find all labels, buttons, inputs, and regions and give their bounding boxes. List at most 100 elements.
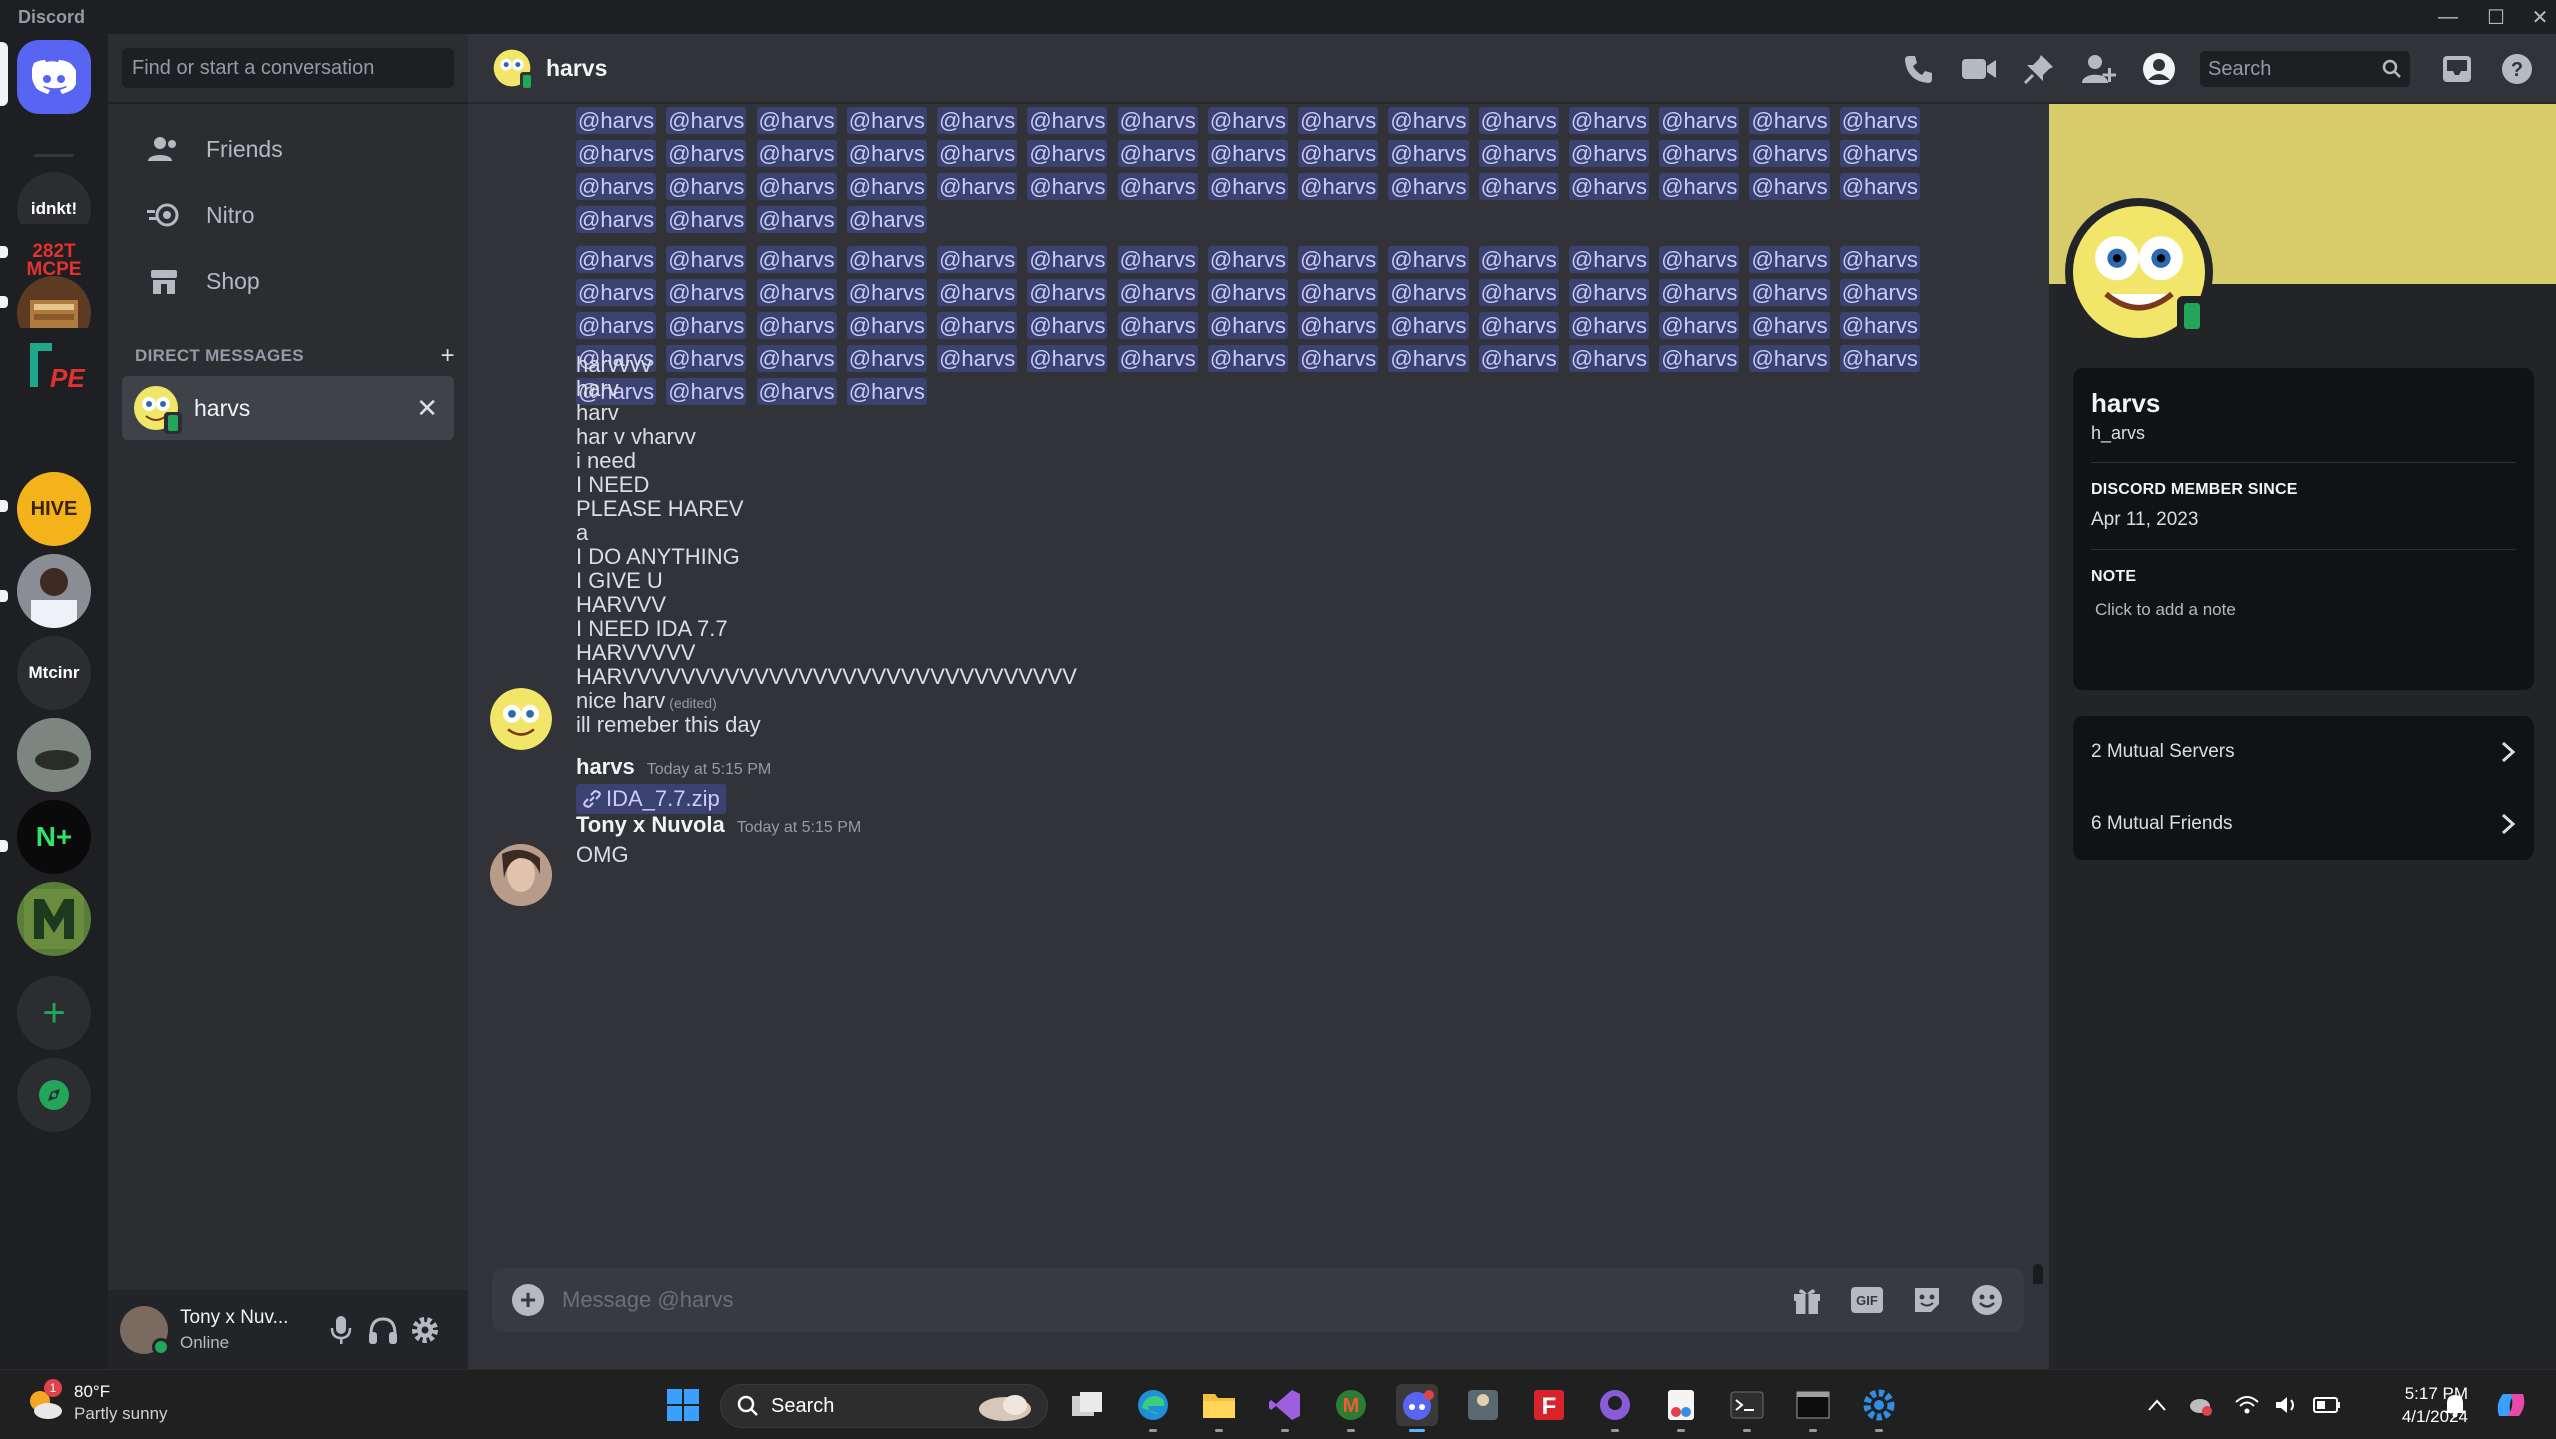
- user-mention[interactable]: @harvs: [1478, 246, 1559, 273]
- user-mention[interactable]: @harvs: [1839, 345, 1920, 372]
- user-mention[interactable]: @harvs: [1659, 279, 1740, 306]
- nav-friends[interactable]: Friends: [122, 120, 454, 178]
- user-mention[interactable]: @harvs: [937, 107, 1018, 134]
- user-mention[interactable]: @harvs: [1207, 345, 1288, 372]
- user-mention[interactable]: @harvs: [1478, 345, 1559, 372]
- user-mention[interactable]: @harvs: [1298, 107, 1379, 134]
- user-mention[interactable]: @harvs: [1117, 140, 1198, 167]
- user-mention[interactable]: @harvs: [1117, 312, 1198, 339]
- user-mention[interactable]: @harvs: [1117, 173, 1198, 200]
- user-mention[interactable]: @harvs: [576, 140, 657, 167]
- user-mention[interactable]: @harvs: [666, 246, 747, 273]
- user-mention[interactable]: @harvs: [1478, 312, 1559, 339]
- user-mention[interactable]: @harvs: [1478, 140, 1559, 167]
- user-mention[interactable]: @harvs: [1207, 246, 1288, 273]
- user-mention[interactable]: @harvs: [1749, 345, 1830, 372]
- user-mention[interactable]: @harvs: [846, 206, 927, 233]
- attach-file-button[interactable]: +: [512, 1284, 544, 1316]
- user-mention[interactable]: @harvs: [1207, 173, 1288, 200]
- taskbar-search[interactable]: Search: [720, 1384, 1048, 1428]
- user-mention[interactable]: @harvs: [666, 378, 747, 405]
- mutual-servers-row[interactable]: 2 Mutual Servers: [2073, 716, 2534, 788]
- user-mention[interactable]: @harvs: [1388, 140, 1469, 167]
- user-mention[interactable]: @harvs: [1207, 140, 1288, 167]
- start-button[interactable]: [662, 1384, 704, 1426]
- user-mention[interactable]: @harvs: [666, 173, 747, 200]
- user-mention[interactable]: @harvs: [666, 279, 747, 306]
- minimize-button[interactable]: —: [2424, 0, 2472, 34]
- user-mention[interactable]: @harvs: [666, 312, 747, 339]
- inbox-button[interactable]: [2436, 48, 2478, 90]
- user-mention[interactable]: @harvs: [1749, 140, 1830, 167]
- gift-button[interactable]: [1784, 1277, 1830, 1323]
- find-conversation-input[interactable]: Find or start a conversation: [122, 48, 454, 88]
- user-mention[interactable]: @harvs: [1839, 246, 1920, 273]
- user-mention[interactable]: @harvs: [1388, 312, 1469, 339]
- help-button[interactable]: ?: [2496, 48, 2538, 90]
- user-mention[interactable]: @harvs: [1478, 107, 1559, 134]
- user-mention[interactable]: @harvs: [1659, 312, 1740, 339]
- user-mention[interactable]: @harvs: [1207, 312, 1288, 339]
- user-mention[interactable]: @harvs: [1568, 312, 1650, 339]
- user-mention[interactable]: @harvs: [576, 206, 657, 233]
- user-mention[interactable]: @harvs: [1478, 279, 1559, 306]
- user-mention[interactable]: @harvs: [1298, 173, 1379, 200]
- user-mention[interactable]: @harvs: [576, 173, 657, 200]
- user-mention[interactable]: @harvs: [937, 173, 1018, 200]
- task-view-button[interactable]: [1066, 1384, 1108, 1426]
- user-mention[interactable]: @harvs: [1749, 173, 1830, 200]
- user-mention[interactable]: @harvs: [1659, 140, 1740, 167]
- message-input[interactable]: Message @harvs: [562, 1287, 1784, 1313]
- author-name[interactable]: Tony x Nuvola: [576, 812, 725, 838]
- note-input[interactable]: Click to add a note: [2095, 600, 2516, 620]
- user-mention[interactable]: @harvs: [756, 312, 837, 339]
- user-mention[interactable]: @harvs: [1207, 107, 1288, 134]
- user-mention[interactable]: @harvs: [1749, 107, 1830, 134]
- server-minecraft-m[interactable]: [17, 882, 91, 956]
- user-mention[interactable]: @harvs: [1568, 107, 1650, 134]
- weather-widget[interactable]: 1 80°F Partly sunny: [24, 1379, 168, 1424]
- attachment-link[interactable]: IDA_7.7.zip: [576, 784, 726, 814]
- close-window-button[interactable]: ✕: [2516, 0, 2556, 34]
- file-explorer-button[interactable]: [1198, 1384, 1240, 1432]
- user-mention[interactable]: @harvs: [666, 140, 747, 167]
- terminal-button[interactable]: [1726, 1384, 1768, 1432]
- server-mtcinr[interactable]: Mtcinr: [17, 636, 91, 710]
- server-n-plus[interactable]: N+: [17, 800, 91, 874]
- user-mention[interactable]: @harvs: [846, 378, 927, 405]
- maximize-button[interactable]: ☐: [2472, 0, 2520, 34]
- battery-button[interactable]: [2306, 1384, 2348, 1426]
- user-mention[interactable]: @harvs: [846, 279, 927, 306]
- tray-app-icon[interactable]: [2180, 1384, 2222, 1426]
- user-mention[interactable]: @harvs: [937, 279, 1018, 306]
- user-mention[interactable]: @harvs: [937, 312, 1018, 339]
- user-mention[interactable]: @harvs: [666, 206, 747, 233]
- server-avatar-person[interactable]: [17, 554, 91, 628]
- user-mention[interactable]: @harvs: [1027, 246, 1108, 273]
- user-mention[interactable]: @harvs: [1749, 279, 1830, 306]
- discover-button[interactable]: [17, 1058, 91, 1132]
- user-mention[interactable]: @harvs: [1027, 173, 1108, 200]
- user-mention[interactable]: @harvs: [1839, 173, 1920, 200]
- user-info[interactable]: Tony x Nuv... Online: [180, 1307, 320, 1353]
- user-mention[interactable]: @harvs: [937, 140, 1018, 167]
- server-photo[interactable]: [17, 718, 91, 792]
- user-mention[interactable]: @harvs: [756, 173, 837, 200]
- server-hive[interactable]: HIVE: [17, 472, 91, 546]
- server-pe[interactable]: PE: [17, 328, 91, 402]
- user-mention[interactable]: @harvs: [1298, 140, 1379, 167]
- app-f-button[interactable]: F: [1528, 1384, 1570, 1426]
- user-mention[interactable]: @harvs: [1027, 279, 1108, 306]
- avatar[interactable]: [490, 688, 552, 750]
- user-mention[interactable]: @harvs: [756, 107, 837, 134]
- volume-button[interactable]: [2266, 1384, 2308, 1426]
- user-mention[interactable]: @harvs: [1839, 107, 1920, 134]
- user-mention[interactable]: @harvs: [1388, 107, 1469, 134]
- pinned-messages-button[interactable]: [2018, 48, 2060, 90]
- user-mention[interactable]: @harvs: [756, 246, 837, 273]
- user-mention[interactable]: @harvs: [1839, 140, 1920, 167]
- emoji-button[interactable]: [1964, 1277, 2010, 1323]
- user-mention[interactable]: @harvs: [576, 279, 657, 306]
- mutual-friends-row[interactable]: 6 Mutual Friends: [2073, 788, 2534, 860]
- user-mention[interactable]: @harvs: [1117, 246, 1198, 273]
